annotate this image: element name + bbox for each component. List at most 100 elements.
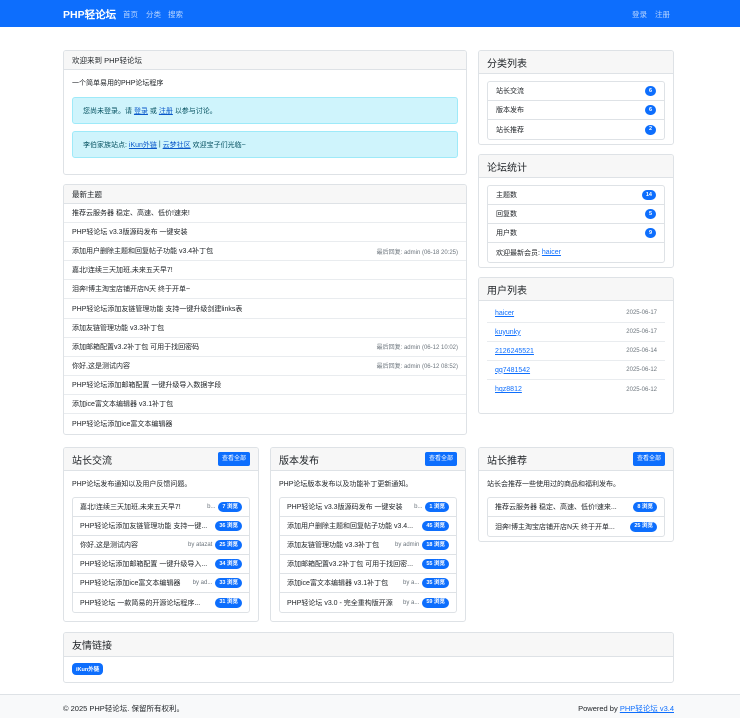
views-badge: 31 浏览	[215, 597, 242, 608]
topic-row[interactable]: 添加友链管理功能 v3.3补丁包	[64, 319, 466, 338]
nav-category-link[interactable]: 分类	[146, 9, 161, 20]
topic-row[interactable]: PHP轻论坛添加ice富文本编辑器	[64, 414, 466, 433]
section-topic-item[interactable]: 泪奔!博主淘宝店铺开店N天 终于开单... 25 浏览	[488, 517, 664, 536]
section-topic-title[interactable]: 添加用户删除主题和回复帖子功能 v3.4...	[287, 521, 415, 531]
site-brand[interactable]: PHP轻论坛	[63, 7, 116, 22]
topic-row[interactable]: 添加邮箱配置v3.2补丁包 可用于找回密码 最后回复: admin (06-12 …	[64, 338, 466, 357]
topic-row[interactable]: 泪奔!博主淘宝店铺开店N天 终于开单~	[64, 280, 466, 300]
stat-count-badge: 9	[644, 228, 656, 238]
section-title: 站长推荐	[487, 455, 527, 467]
topic-title[interactable]: 添加用户删除主题和回复帖子功能 v3.4补丁包	[72, 246, 213, 256]
topic-row[interactable]: 添加用户删除主题和回复帖子功能 v3.4补丁包 最后回复: admin (06-1…	[64, 242, 466, 262]
friend-link-badge[interactable]: iKun外链	[72, 663, 104, 675]
section-topic-title[interactable]: PHP轻论坛 v3.0 - 完全重构版开源	[287, 598, 399, 608]
topic-row[interactable]: PHP轻论坛 v3.3版源码发布 一键安装	[64, 223, 466, 243]
nav-register-link[interactable]: 注册	[655, 9, 670, 20]
topic-title[interactable]: 推荐云服务器 稳定、高速、低价!速来!	[72, 208, 190, 218]
nav-search-link[interactable]: 搜索	[168, 9, 183, 20]
topic-row[interactable]: 你好,这是测试内容 最后回复: admin (06-12 08:52)	[64, 357, 466, 376]
sister-link-ikun[interactable]: iKun外链	[129, 140, 157, 150]
topic-title[interactable]: PHP轻论坛添加ice富文本编辑器	[72, 419, 172, 429]
friend-links-header: 友情链接	[64, 633, 673, 657]
newest-member-item: 欢迎最新会员: haicer	[488, 243, 664, 262]
section-topic-title[interactable]: 添加ice富文本编辑器 v3.1补丁包	[287, 578, 399, 588]
views-badge: 25 浏览	[630, 521, 657, 532]
stat-name: 回复数	[496, 211, 517, 218]
section-topic-item[interactable]: 嘉北!连续三天加班,未来五天早7! b... 7 浏览	[73, 498, 249, 517]
section-topic-item[interactable]: 添加用户删除主题和回复帖子功能 v3.4... 45 浏览	[280, 517, 456, 536]
topic-title[interactable]: 添加友链管理功能 v3.3补丁包	[72, 323, 164, 333]
topic-row[interactable]: 推荐云服务器 稳定、高速、低价!速来!	[64, 204, 466, 224]
top-navbar: PHP轻论坛 首页 分类 搜索 登录 注册	[0, 0, 740, 27]
section-topic-title[interactable]: 泪奔!博主淘宝店铺开店N天 终于开单...	[495, 522, 623, 532]
views-badge: 34 浏览	[215, 559, 242, 569]
topic-title[interactable]: PHP轻论坛 v3.3版源码发布 一键安装	[72, 227, 188, 237]
section-topic-item[interactable]: PHP轻论坛 v3.3版源码发布 一键安装 b... 1 浏览	[280, 498, 456, 517]
nav-home-link[interactable]: 首页	[123, 9, 138, 20]
category-item[interactable]: 站长交流 6	[488, 82, 664, 101]
views-badge: 45 浏览	[422, 521, 449, 531]
topic-row[interactable]: PHP轻论坛添加邮箱配置 一键升级导入数据字段	[64, 376, 466, 395]
register-link[interactable]: 注册	[159, 106, 173, 116]
section-topic-item[interactable]: PHP轻论坛 一款简易的开源论坛程序... 31 浏览	[73, 593, 249, 612]
topic-title[interactable]: 泪奔!博主淘宝店铺开店N天 终于开单~	[72, 284, 190, 294]
section-topic-item[interactable]: PHP轻论坛添加邮箱配置 一键升级导入... 34 浏览	[73, 555, 249, 574]
user-link[interactable]: haicer	[495, 310, 514, 317]
category-item[interactable]: 站长推荐 2	[488, 120, 664, 139]
user-link[interactable]: qq7481542	[495, 367, 530, 374]
newest-member-link[interactable]: haicer	[542, 249, 561, 256]
category-count-badge: 6	[644, 105, 656, 115]
section-topic-item[interactable]: 推荐云服务器 稳定、高速、低价!速来... 8 浏览	[488, 498, 664, 517]
topic-last-reply: 最后回复: admin (06-12 10:02)	[376, 345, 458, 352]
view-all-button[interactable]: 查看全部	[217, 452, 250, 466]
section-topic-title[interactable]: 嘉北!连续三天加班,未来五天早7!	[80, 502, 203, 512]
section-topic-item[interactable]: PHP轻论坛 v3.0 - 完全重构版开源 by a... 59 浏览	[280, 593, 456, 612]
topic-title[interactable]: 添加ice富文本编辑器 v3.1补丁包	[72, 399, 173, 409]
sister-link-yunmeng[interactable]: 云梦社区	[163, 140, 191, 150]
section-topic-list: 推荐云服务器 稳定、高速、低价!速来... 8 浏览 泪奔!博主淘宝店铺开店N天 …	[487, 497, 665, 537]
view-all-button[interactable]: 查看全部	[632, 452, 665, 466]
topic-title[interactable]: 添加邮箱配置v3.2补丁包 可用于找回密码	[72, 342, 199, 352]
topic-row[interactable]: PHP轻论坛添加友链管理功能 支持一键升级剑建links表	[64, 299, 466, 319]
topic-title[interactable]: 你好,这是测试内容	[72, 361, 130, 371]
section-topic-title[interactable]: 你好,这是测试内容	[80, 540, 184, 550]
section-topic-item[interactable]: PHP轻论坛添加ice富文本编辑器 by ad... 33 浏览	[73, 574, 249, 593]
section-topic-title[interactable]: PHP轻论坛添加友链管理功能 支持一键...	[80, 521, 208, 531]
section-card-webmaster: 站长交流 查看全部 PHP论坛发布通知以及用户反馈问题。 嘉北!连续三天加班,未…	[63, 447, 259, 622]
footer-powered-link[interactable]: PHP轻论坛 v3.4	[620, 704, 674, 713]
latest-topics-list: 推荐云服务器 稳定、高速、低价!速来! PHP轻论坛 v3.3版源码发布 一键安…	[64, 204, 466, 433]
category-item[interactable]: 版本发布 6	[488, 101, 664, 120]
topic-title[interactable]: PHP轻论坛添加友链管理功能 支持一键升级剑建links表	[72, 304, 242, 314]
nav-login-link[interactable]: 登录	[632, 9, 647, 20]
topic-title[interactable]: 嘉北!连续三天加班,未来五天早7!	[72, 265, 173, 275]
topic-title[interactable]: PHP轻论坛添加邮箱配置 一键升级导入数据字段	[72, 380, 221, 390]
section-topic-item[interactable]: 添加ice富文本编辑器 v3.1补丁包 by a... 35 浏览	[280, 574, 456, 593]
login-alert: 您尚未登录。请 登录 或 注册 以参与讨论。	[72, 97, 458, 124]
category-name[interactable]: 站长交流	[496, 86, 524, 96]
latest-topics-header: 最新主题	[64, 185, 466, 204]
topic-row[interactable]: 嘉北!连续三天加班,未来五天早7!	[64, 261, 466, 281]
user-link[interactable]: hqz8812	[495, 386, 522, 393]
section-topic-title[interactable]: PHP轻论坛 v3.3版源码发布 一键安装	[287, 502, 410, 512]
section-topic-title[interactable]: 添加邮箱配置v3.2补丁包 可用于找回密...	[287, 559, 415, 569]
section-topic-title[interactable]: PHP轻论坛添加邮箱配置 一键升级导入...	[80, 559, 208, 569]
section-topic-title[interactable]: 推荐云服务器 稳定、高速、低价!速来...	[495, 502, 626, 512]
category-name[interactable]: 站长推荐	[496, 125, 524, 135]
welcome-card-header: 欢迎来到 PHP轻论坛	[64, 51, 466, 70]
user-join-date: 2025-06-12	[626, 386, 657, 393]
category-name[interactable]: 版本发布	[496, 105, 524, 115]
section-topic-title[interactable]: 添加友链管理功能 v3.3补丁包	[287, 540, 391, 550]
section-topic-item[interactable]: 你好,这是测试内容 by atazat 25 浏览	[73, 536, 249, 555]
section-topic-item[interactable]: 添加邮箱配置v3.2补丁包 可用于找回密... 55 浏览	[280, 555, 456, 574]
section-topic-title[interactable]: PHP轻论坛 一款简易的开源论坛程序...	[80, 598, 208, 608]
login-link[interactable]: 登录	[134, 106, 148, 116]
user-link[interactable]: 2126245521	[495, 348, 534, 355]
user-link[interactable]: kuyunky	[495, 329, 521, 336]
section-topic-item[interactable]: 添加友链管理功能 v3.3补丁包 by admin 18 浏览	[280, 536, 456, 555]
sister-suffix: 欢迎宝子们光临~	[192, 141, 246, 149]
view-all-button[interactable]: 查看全部	[424, 452, 457, 466]
topic-row[interactable]: 添加ice富文本编辑器 v3.1补丁包	[64, 395, 466, 415]
section-topic-item[interactable]: PHP轻论坛添加友链管理功能 支持一键... 36 浏览	[73, 517, 249, 536]
section-description: 站长会推荐一些使用过的商品和福利发布。	[487, 481, 620, 488]
section-topic-title[interactable]: PHP轻论坛添加ice富文本编辑器	[80, 578, 189, 588]
